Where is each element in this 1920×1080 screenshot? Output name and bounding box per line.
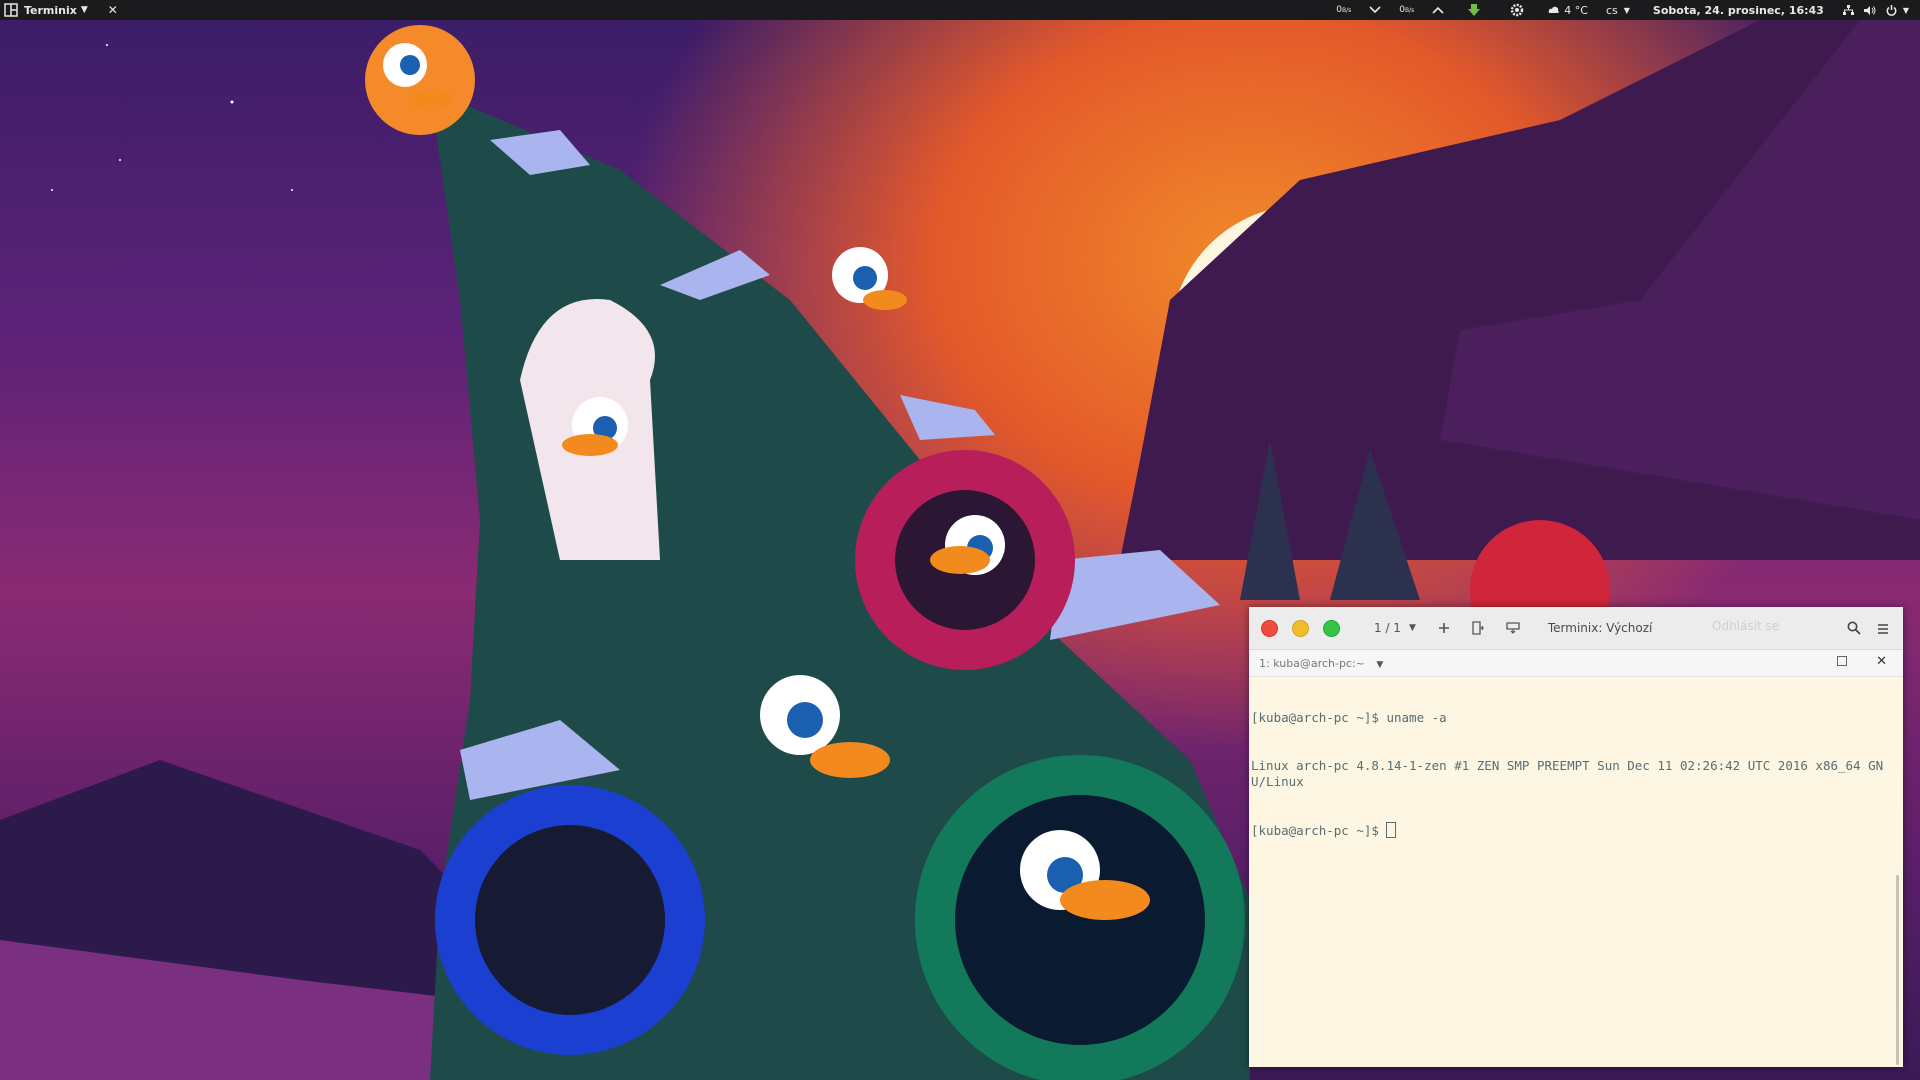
chevron-down-icon[interactable] <box>1360 0 1390 20</box>
speaker-icon[interactable] <box>1859 0 1881 20</box>
net-down-unit: B/s <box>1342 6 1352 14</box>
session-counter: 1 / 1 <box>1374 621 1401 635</box>
net-up-unit: B/s <box>1405 6 1415 14</box>
maximize-window-button[interactable] <box>1323 619 1340 637</box>
text-cursor <box>1386 822 1397 838</box>
hamburger-menu-icon[interactable] <box>1877 620 1889 639</box>
ghost-overlay-text: Odhlásit se <box>1712 619 1780 633</box>
chevron-up-icon[interactable] <box>1423 0 1453 20</box>
net-download-indicator[interactable]: 0 B/s <box>1327 0 1360 20</box>
chevron-down-icon: ▼ <box>80 5 88 15</box>
terminal-titlebar[interactable]: 1: kuba@arch-pc:~ ▼ ✕ <box>1249 649 1903 677</box>
terminal-line: Linux arch-pc 4.8.14-1-zen #1 ZEN SMP PR… <box>1251 758 1884 789</box>
close-window-button[interactable] <box>1261 619 1278 637</box>
keyboard-layout-indicator[interactable]: cs ▼ <box>1597 0 1639 20</box>
network-icon[interactable] <box>1838 0 1859 20</box>
search-icon[interactable] <box>1847 620 1861 639</box>
panel-indicators: 0 B/s 0 B/s 4 °C cs ▼ Sobota, 24. prosinec… <box>1327 0 1914 20</box>
split-vertical-button[interactable] <box>1506 622 1520 634</box>
split-down-icon <box>1506 622 1520 634</box>
weather-indicator[interactable]: 4 °C <box>1539 0 1597 20</box>
chevron-down-icon: ▼ <box>1376 659 1384 670</box>
terminix-icon <box>4 3 18 17</box>
window-controls <box>1261 619 1340 637</box>
terminal-headerbar[interactable]: 1 / 1 ▼ Terminix: Výchozí Odhlásit se <box>1249 607 1903 649</box>
maximize-terminal-icon[interactable] <box>1837 656 1847 666</box>
weather-temp: 4 °C <box>1564 3 1588 17</box>
split-horizontal-button[interactable] <box>1472 621 1484 635</box>
session-switcher[interactable]: 1 / 1 ▼ <box>1374 621 1416 635</box>
window-title: Terminix: Výchozí <box>1547 621 1653 635</box>
split-icon <box>1472 621 1484 635</box>
terminal-line: [kuba@arch-pc ~]$ uname -a <box>1251 710 1447 725</box>
clock[interactable]: Sobota, 24. prosinec, 16:43 <box>1639 0 1838 20</box>
terminal-tab-label: 1: kuba@arch-pc:~ <box>1259 656 1365 670</box>
cloud-icon <box>1548 6 1560 13</box>
top-panel: Terminix ▼ ✕ 0B/s 0B/s 4 °C cs ▼ Sobot <box>0 0 1920 20</box>
scrollbar[interactable] <box>1896 875 1899 1065</box>
gear-icon[interactable] <box>1495 0 1539 20</box>
terminal-window: 1 / 1 ▼ Terminix: Výchozí Odhlásit se 1:… <box>1249 607 1903 1067</box>
power-icon[interactable]: ▼ <box>1881 0 1914 20</box>
app-menu[interactable]: Terminix ▼ <box>0 0 88 20</box>
close-terminal-icon[interactable]: ✕ <box>1876 655 1887 668</box>
chevron-down-icon: ▼ <box>1408 623 1416 633</box>
plus-icon <box>1438 623 1449 633</box>
keyboard-layout: cs <box>1605 3 1618 17</box>
terminal-prompt-line: [kuba@arch-pc ~]$ <box>1251 822 1889 839</box>
minimize-window-button[interactable] <box>1292 619 1309 637</box>
app-name: Terminix <box>24 3 77 17</box>
terminal-tab[interactable]: 1: kuba@arch-pc:~ ▼ <box>1259 657 1383 670</box>
close-icon[interactable]: ✕ <box>108 3 118 17</box>
chevron-down-icon: ▼ <box>1623 5 1630 15</box>
net-upload-indicator[interactable]: 0 B/s <box>1390 0 1423 20</box>
terminal-output[interactable]: [kuba@arch-pc ~]$ uname -a Linux arch-pc… <box>1251 678 1889 1064</box>
add-session-button[interactable] <box>1438 622 1450 634</box>
download-arrow-icon[interactable] <box>1453 0 1495 20</box>
chevron-down-icon: ▼ <box>1902 5 1909 15</box>
terminal-prompt: [kuba@arch-pc ~]$ <box>1251 823 1387 838</box>
